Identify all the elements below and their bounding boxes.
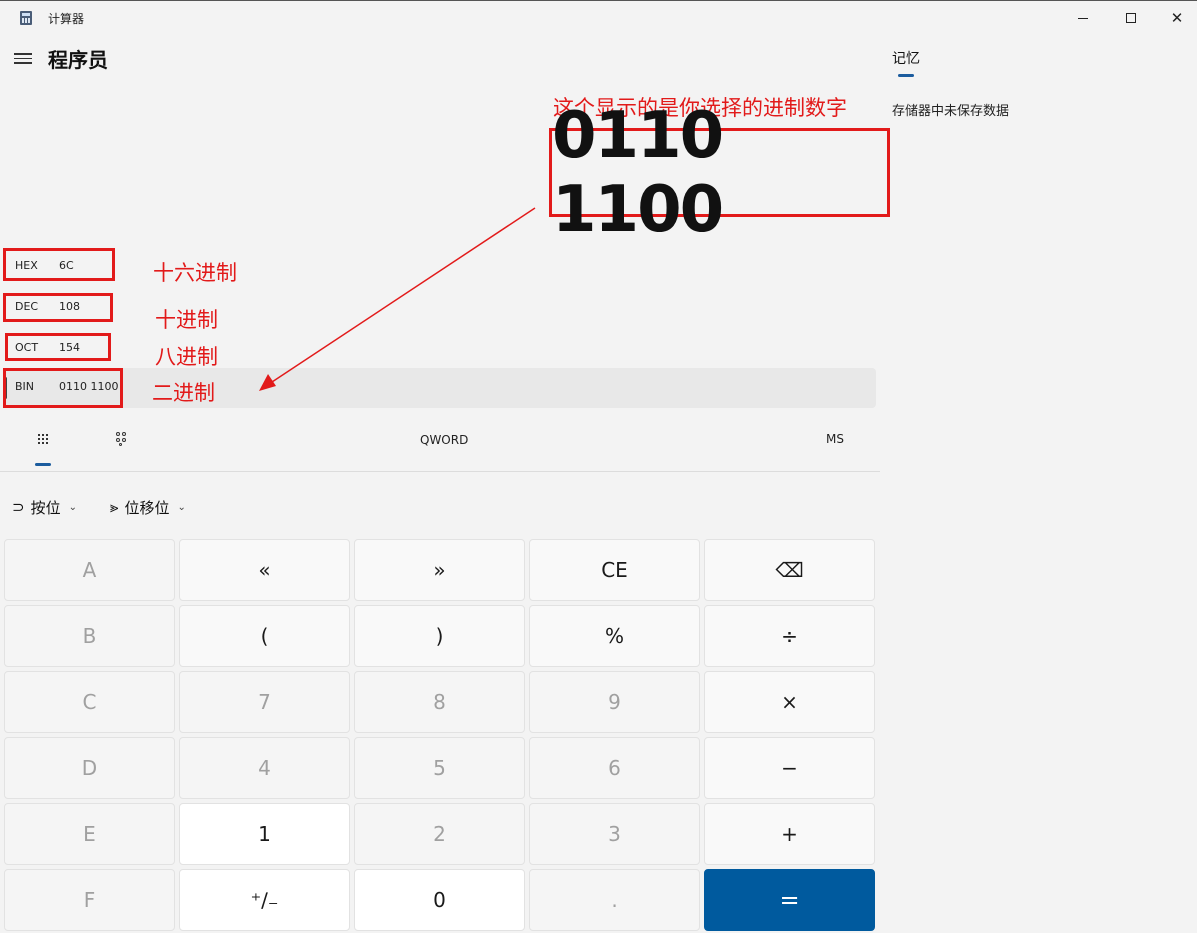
close-button[interactable]: ✕ [1154, 1, 1197, 35]
dec-highlight-box [3, 293, 113, 322]
bin-annotation: 二进制 [152, 381, 215, 405]
divider [0, 471, 880, 472]
bit-shift-icon: ⪢ [110, 498, 119, 516]
key-rotate-right[interactable]: » [354, 539, 525, 601]
key-f[interactable]: F [4, 869, 175, 931]
key-rotate-left[interactable]: « [179, 539, 350, 601]
key-close-paren[interactable]: ) [354, 605, 525, 667]
tab-memory[interactable]: 记忆 [892, 48, 920, 68]
key-3[interactable]: 3 [529, 803, 700, 865]
minimize-button[interactable] [1060, 1, 1106, 35]
key-equals[interactable]: = [704, 869, 875, 931]
logic-gate-icon: ⊃ [12, 498, 25, 516]
close-icon: ✕ [1170, 9, 1184, 27]
key-decimal[interactable]: . [529, 869, 700, 931]
key-clear-entry[interactable]: CE [529, 539, 700, 601]
hamburger-icon[interactable] [14, 50, 32, 66]
maximize-icon [1126, 13, 1136, 23]
bin-highlight-box [3, 368, 123, 408]
key-2[interactable]: 2 [354, 803, 525, 865]
key-divide[interactable]: ÷ [704, 605, 875, 667]
bitshift-label: 位移位 [124, 498, 170, 517]
key-4[interactable]: 4 [179, 737, 350, 799]
key-open-paren[interactable]: ( [179, 605, 350, 667]
active-tab-indicator [35, 463, 51, 466]
radix-row-oct[interactable]: OCT 154 [4, 329, 876, 369]
key-b[interactable]: B [4, 605, 175, 667]
oct-highlight-box [5, 333, 111, 361]
key-add[interactable]: + [704, 803, 875, 865]
memory-tab-indicator [898, 74, 914, 77]
key-0[interactable]: 0 [354, 869, 525, 931]
result-display: 0110 1100 [552, 98, 724, 247]
key-modulo[interactable]: % [529, 605, 700, 667]
radix-row-dec[interactable]: DEC 108 [4, 288, 876, 328]
key-negate[interactable]: ⁺∕₋ [179, 869, 350, 931]
key-5[interactable]: 5 [354, 737, 525, 799]
word-size-button[interactable]: QWORD [420, 433, 468, 447]
key-d[interactable]: D [4, 737, 175, 799]
radix-row-hex[interactable]: HEX 6C [4, 247, 876, 287]
hex-highlight-box [3, 248, 115, 281]
page-title: 程序员 [48, 48, 108, 72]
keypad: A « » CE ⌫ B ( ) % ÷ C 7 8 9 × D 4 5 6 −… [4, 539, 877, 931]
bitshift-dropdown[interactable]: ⪢ 位移位 ⌄ [110, 494, 186, 520]
bitwise-label: 按位 [30, 498, 61, 517]
key-1[interactable]: 1 [179, 803, 350, 865]
memory-empty-message: 存储器中未保存数据 [892, 104, 1010, 119]
calculator-icon [20, 11, 32, 25]
title-bar: 计算器 ✕ [0, 1, 1197, 35]
window-title: 计算器 [48, 12, 85, 26]
key-subtract[interactable]: − [704, 737, 875, 799]
chevron-down-icon: ⌄ [177, 501, 186, 513]
oct-annotation: 八进制 [155, 345, 218, 369]
bit-toggle-icon [116, 431, 130, 447]
bitwise-dropdown[interactable]: ⊃ 按位 ⌄ [12, 494, 77, 520]
key-multiply[interactable]: × [704, 671, 875, 733]
minimize-icon [1078, 17, 1088, 19]
key-backspace[interactable]: ⌫ [704, 539, 875, 601]
tab-bit-toggle[interactable] [108, 428, 138, 450]
key-c[interactable]: C [4, 671, 175, 733]
key-e[interactable]: E [4, 803, 175, 865]
maximize-button[interactable] [1108, 1, 1154, 35]
keypad-grid-icon [38, 434, 48, 444]
tab-full-keypad[interactable] [28, 428, 58, 450]
key-7[interactable]: 7 [179, 671, 350, 733]
hex-annotation: 十六进制 [153, 261, 237, 285]
chevron-down-icon: ⌄ [68, 501, 77, 513]
key-6[interactable]: 6 [529, 737, 700, 799]
key-8[interactable]: 8 [354, 671, 525, 733]
dec-annotation: 十进制 [155, 308, 218, 332]
radix-row-bin[interactable]: BIN 0110 1100 [4, 368, 876, 408]
memory-store-button[interactable]: MS [826, 432, 844, 446]
key-9[interactable]: 9 [529, 671, 700, 733]
key-a[interactable]: A [4, 539, 175, 601]
